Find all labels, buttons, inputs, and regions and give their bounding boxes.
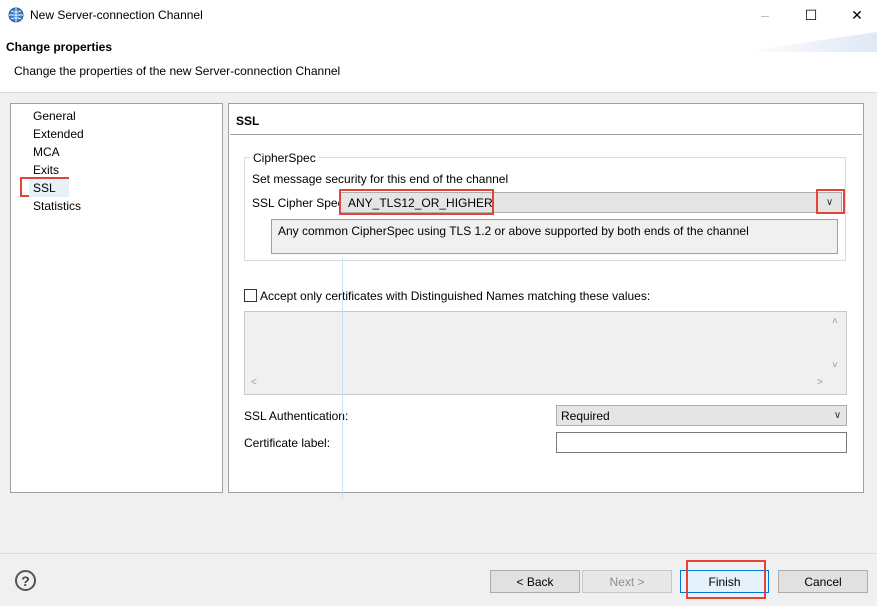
scroll-right-icon[interactable]: ˃ [817,377,823,388]
scroll-down-icon[interactable]: ˅ [832,360,838,371]
footer-divider [0,553,877,554]
chevron-down-icon[interactable]: ∨ [829,406,846,425]
nav-item-ssl[interactable]: SSL [29,179,69,197]
cipher-spec-label: SSL Cipher Spec: [252,196,347,210]
cipherspec-instruction: Set message security for this end of the… [252,172,509,186]
alignment-guide-line [342,258,343,498]
section-title: SSL [236,114,260,128]
close-button[interactable]: ✕ [834,0,877,30]
next-button[interactable]: Next > [582,570,672,593]
nav-item-mca[interactable]: MCA [33,143,60,161]
header-decoration-graphic [740,32,877,52]
page-title: Change properties [6,40,113,54]
dn-filter-label: Accept only certificates with Distinguis… [260,289,651,303]
dn-filter-checkbox[interactable] [244,289,257,302]
app-globe-icon [8,7,24,23]
cert-label-label: Certificate label: [244,436,331,450]
page-subtitle: Change the properties of the new Server-… [14,64,341,78]
nav-item-statistics[interactable]: Statistics [33,197,81,215]
ssl-auth-value: Required [561,409,610,423]
cipherspec-legend: CipherSpec [250,151,319,165]
nav-item-general[interactable]: General [33,107,76,125]
scroll-left-icon[interactable]: ˂ [251,377,257,388]
help-icon[interactable]: ? [15,570,36,591]
scroll-up-icon[interactable]: ˄ [832,316,838,327]
dropdown-arrow-highlight [816,189,845,214]
cipher-description: Any common CipherSpec using TLS 1.2 or a… [271,219,838,254]
back-button[interactable]: < Back [490,570,580,593]
window-title: New Server-connection Channel [30,8,203,22]
ssl-auth-label: SSL Authentication: [244,409,349,423]
minimize-button[interactable]: – [742,0,788,30]
cert-label-input[interactable] [556,432,847,453]
finish-highlight [686,560,766,599]
cipher-value-highlight [339,189,494,215]
dn-values-list[interactable] [244,311,847,395]
cancel-button[interactable]: Cancel [778,570,868,593]
section-divider [230,134,862,135]
maximize-button[interactable]: ☐ [788,0,834,30]
nav-item-extended[interactable]: Extended [33,125,84,143]
